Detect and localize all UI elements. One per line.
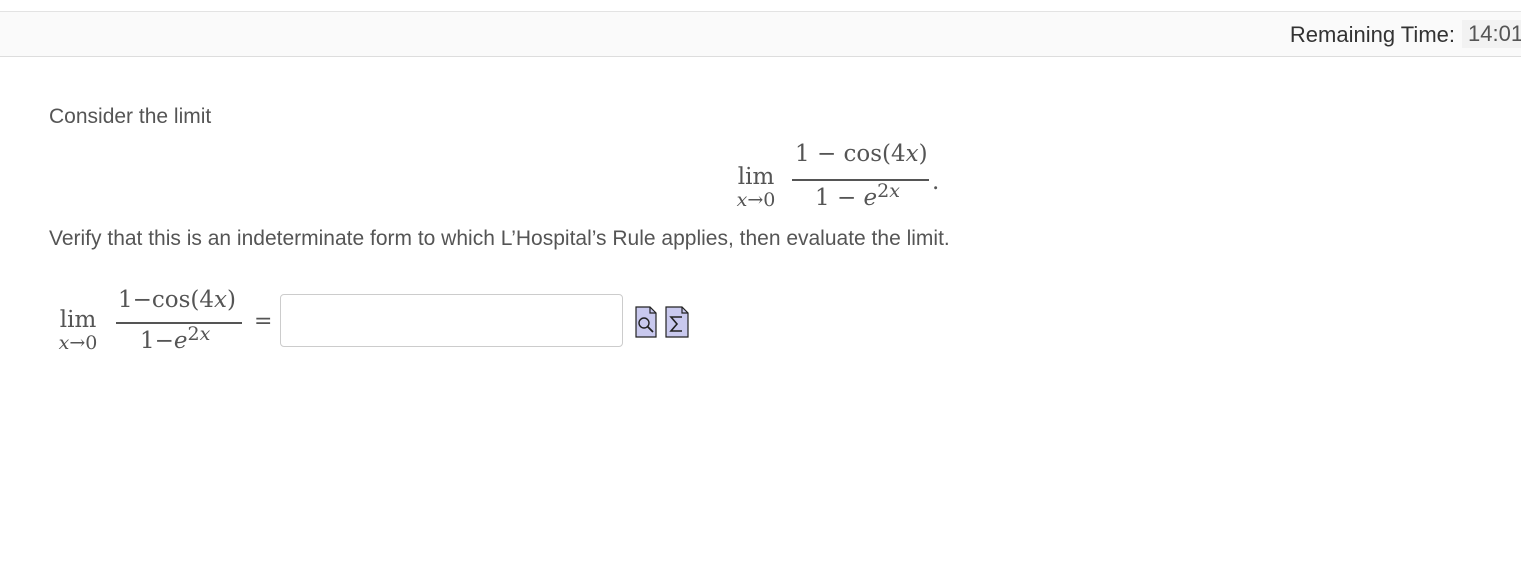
display-lim-subscript: x→0 xyxy=(736,189,776,211)
timer-bar: Remaining Time: 14:01 xyxy=(0,12,1521,57)
answer-numerator: 1−cos(4x) xyxy=(118,287,237,313)
question-instruction: Verify that this is an indeterminate for… xyxy=(49,227,950,250)
equation-editor-icon[interactable] xyxy=(665,306,689,338)
remaining-time-value: 14:01 xyxy=(1462,20,1521,48)
display-fraction-bar xyxy=(792,179,929,181)
display-lim-operator: lim xyxy=(737,164,775,190)
answer-input[interactable] xyxy=(280,294,623,347)
answer-lim-operator: lim xyxy=(59,307,97,333)
display-trailing-period: . xyxy=(932,169,940,195)
answer-row: lim x→0 1−cos(4x) 1−e2x = xyxy=(45,284,745,364)
remaining-time-label: Remaining Time: xyxy=(1289,22,1455,47)
display-numerator: 1 − cos(4x) xyxy=(795,141,928,167)
preview-icon[interactable] xyxy=(635,306,657,338)
answer-equals-sign: = xyxy=(254,309,273,334)
question-intro: Consider the limit xyxy=(49,105,212,128)
answer-denominator: 1−e2x xyxy=(140,323,211,354)
display-denominator: 1 − e2x xyxy=(815,180,900,211)
answer-lim-subscript: x→0 xyxy=(58,332,98,354)
answer-fraction-bar xyxy=(116,322,242,324)
